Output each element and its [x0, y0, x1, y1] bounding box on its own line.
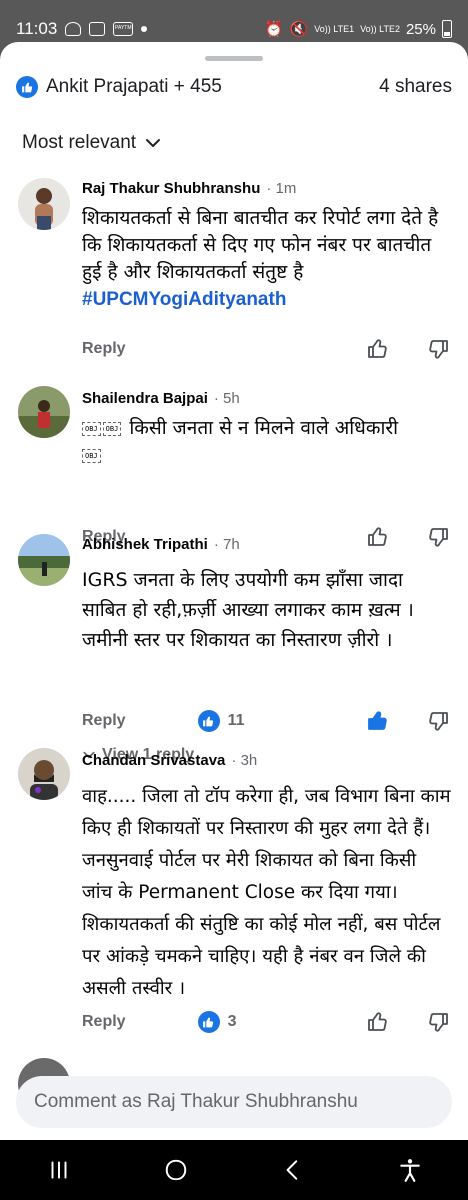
comment-time: · 5h — [213, 390, 240, 407]
reply-button[interactable]: Reply — [82, 1013, 126, 1031]
comment-time: · 1m — [266, 180, 297, 197]
like-count[interactable]: 11 — [197, 710, 245, 732]
lte1-signal-icon: Vo)) LTE1 — [314, 23, 355, 34]
comment-text: शिकायतकर्ता से बिना बातचीत कर रिपोर्ट लग… — [82, 205, 452, 313]
voicemail-icon — [89, 22, 106, 36]
emoji-placeholder-icon: OBJ — [82, 421, 101, 436]
like-icon[interactable] — [366, 1010, 390, 1034]
status-time: 11:03 — [16, 19, 58, 38]
back-icon[interactable] — [280, 1157, 306, 1183]
avatar[interactable] — [18, 178, 70, 230]
comment-time: · 3h — [231, 752, 258, 769]
avatar[interactable] — [18, 386, 70, 438]
dislike-icon[interactable] — [426, 337, 450, 361]
reply-button[interactable]: Reply — [82, 340, 126, 358]
liked-icon[interactable] — [366, 709, 390, 733]
like-count[interactable]: 3 — [197, 1011, 236, 1033]
comment-input[interactable]: Comment as Raj Thakur Shubhranshu — [16, 1076, 452, 1128]
emoji-placeholder-icon: OBJ — [82, 448, 101, 463]
shares-count[interactable]: 4 shares — [379, 76, 452, 98]
paytm-icon: PAYTM — [113, 22, 134, 36]
sort-label: Most relevant — [22, 132, 137, 153]
lte2-signal-icon: Vo)) LTE2 — [360, 23, 400, 34]
sort-dropdown[interactable]: Most relevant — [22, 132, 162, 154]
mute-icon: 🔇 — [289, 21, 309, 38]
dislike-icon[interactable] — [426, 709, 450, 733]
avatar[interactable] — [18, 534, 70, 586]
reply-button[interactable]: Reply — [82, 712, 126, 730]
accessibility-icon[interactable] — [397, 1157, 423, 1183]
dislike-icon[interactable] — [426, 1010, 450, 1034]
home-icon[interactable] — [163, 1157, 189, 1183]
alarm-icon: ⏰ — [264, 21, 284, 38]
comment-author[interactable]: Chandan Srivastava · 3h — [82, 752, 452, 769]
reactions-row[interactable]: Ankit Prajapati + 455 4 shares — [16, 74, 452, 100]
comments-sheet: Ankit Prajapati + 455 4 shares Most rele… — [0, 42, 468, 1140]
reactors-names[interactable]: Ankit Prajapati + 455 — [46, 76, 222, 98]
hashtag-link[interactable]: #UPCMYogiAdityanath — [82, 286, 452, 313]
comment-input-placeholder: Comment as Raj Thakur Shubhranshu — [34, 1091, 358, 1112]
drag-handle[interactable] — [205, 56, 263, 61]
comment-time: · 7h — [213, 536, 240, 553]
system-navigation-bar — [0, 1140, 468, 1200]
recent-apps-icon[interactable] — [46, 1157, 72, 1183]
battery-icon — [442, 20, 452, 38]
like-reaction-icon — [197, 1011, 220, 1033]
like-reaction-icon — [197, 710, 220, 732]
emoji-placeholder-icon: OBJ — [102, 421, 122, 436]
avatar[interactable] — [18, 748, 70, 800]
comment-text: IGRS जनता के लिए उपयोगी कम झाँसा जादा सा… — [82, 569, 414, 651]
comment-author[interactable]: Raj Thakur Shubhranshu · 1m — [82, 180, 452, 197]
comment-author[interactable]: Shailendra Bajpai · 5h — [82, 390, 452, 407]
comment-author[interactable]: Abhishek Tripathi · 7h — [82, 536, 452, 553]
like-icon[interactable] — [366, 337, 390, 361]
notification-dot-icon — [141, 26, 148, 32]
like-reaction-icon — [16, 76, 38, 98]
comment-text: OBJ OBJ किसी जनता से न मिलने वाले अधिकारी… — [82, 415, 452, 469]
chevron-down-icon — [146, 139, 161, 147]
snapchat-icon — [65, 22, 82, 36]
battery-percent: 25% — [405, 20, 436, 38]
comment-text: वाह..... जिला तो टॉप करेगा ही, जब विभाग … — [82, 786, 451, 999]
